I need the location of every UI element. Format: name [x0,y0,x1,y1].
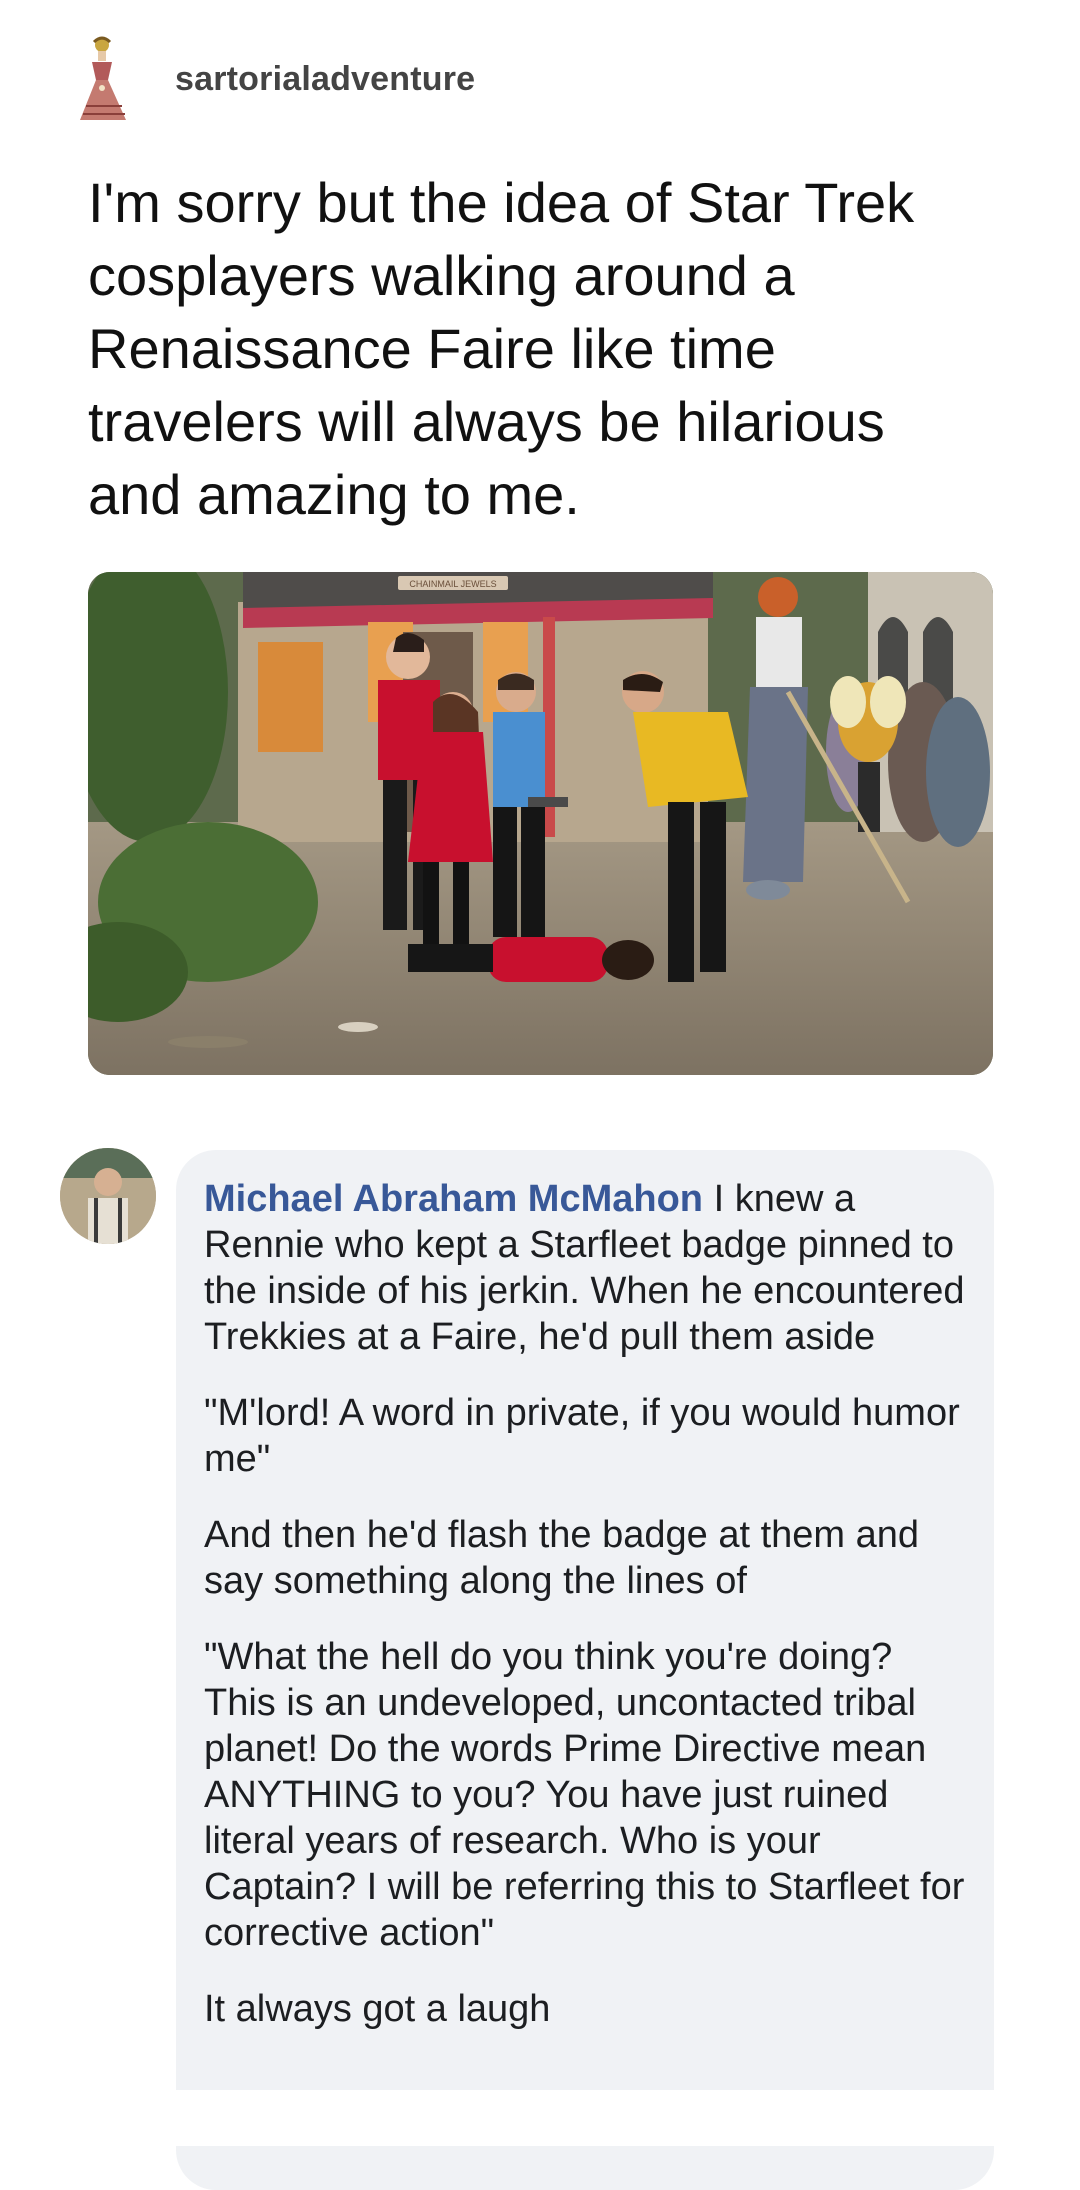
post-header: sartorialadventure [78,36,475,122]
commenter-name-link[interactable]: Michael Abraham McMahon [204,1178,703,1220]
screenshot-crop-edge [0,2090,1080,2146]
comment-paragraph: And then he'd flash the badge at them an… [204,1514,920,1602]
comment-paragraph: "What the hell do you think you're doing… [204,1636,965,1954]
comment-paragraph: "M'lord! A word in private, if you would… [204,1392,960,1480]
commenter-avatar[interactable] [60,1148,156,1244]
post-body-text: I'm sorry but the idea of Star Trek cosp… [88,171,915,526]
post-photo[interactable]: CHAINMAIL JEWELS [88,572,993,1075]
comment-paragraph: Michael Abraham McMahon I knew a Rennie … [204,1176,970,1360]
shop-sign: CHAINMAIL JEWELS [409,579,496,589]
comment-bubble: Michael Abraham McMahon I knew a Rennie … [176,1150,994,2190]
comment-paragraph: It always got a laugh [204,1988,551,2030]
blog-avatar[interactable] [78,36,130,122]
blog-name[interactable]: sartorialadventure [175,60,475,99]
